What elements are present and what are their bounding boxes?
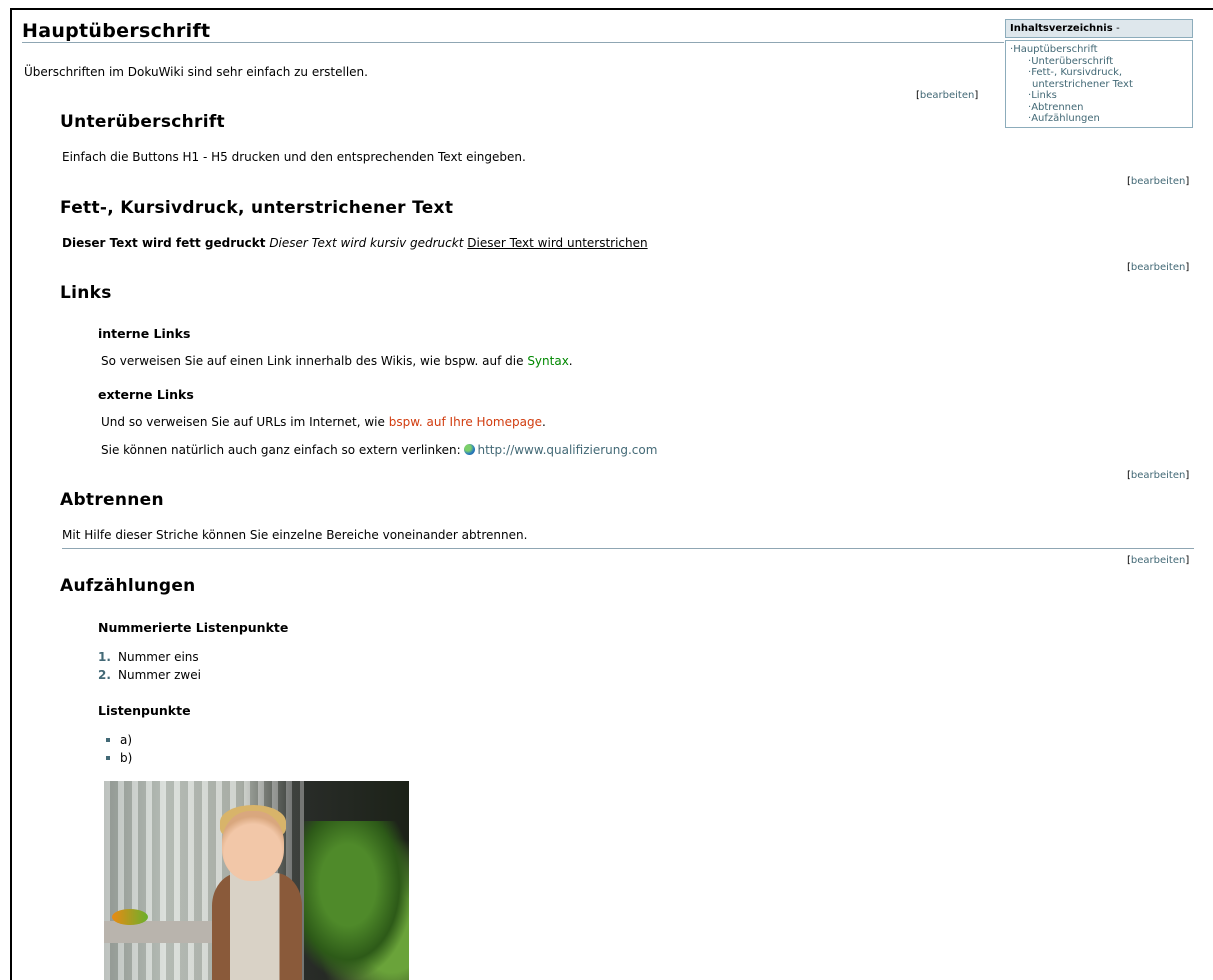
toc-item-abtrennen[interactable]: ·Abtrennen <box>1010 102 1188 114</box>
subheading-external-links: externe Links <box>98 387 194 402</box>
globe-icon <box>464 444 476 455</box>
section-heading-separator: Abtrennen <box>60 490 164 510</box>
qualifizierung-url-link[interactable]: http://www.qualifizierung.com <box>477 443 657 457</box>
internal-links-text: So verweisen Sie auf einen Link innerhal… <box>101 354 573 368</box>
syntax-link[interactable]: Syntax <box>527 354 568 368</box>
list-item: 2. Nummer zwei <box>98 668 201 682</box>
edit-button[interactable]: bearbeiten <box>1131 470 1185 481</box>
homepage-link[interactable]: bspw. auf Ihre Homepage <box>389 415 542 429</box>
toc-item-fett-kursiv-cont[interactable]: unterstrichener Text <box>1010 79 1188 91</box>
section-heading-sub: Unterüberschrift <box>60 112 225 132</box>
table-of-contents: Inhaltsverzeichnis - ·Hauptüberschrift ·… <box>1005 19 1193 128</box>
page-title: Hauptüberschrift <box>22 20 211 42</box>
edit-link-4: [bearbeiten] <box>1127 470 1190 481</box>
toc-item-links[interactable]: ·Links <box>1010 90 1188 102</box>
subheading-internal-links: interne Links <box>98 326 191 341</box>
edit-button[interactable]: bearbeiten <box>1131 555 1185 566</box>
toc-item-fett-kursiv[interactable]: ·Fett-, Kursivdruck, <box>1010 67 1188 79</box>
section-heading-format: Fett-, Kursivdruck, unterstrichener Text <box>60 198 454 218</box>
title-underline <box>22 42 1004 43</box>
section-heading-links: Links <box>60 283 112 303</box>
bullet-icon <box>106 756 110 760</box>
list-item: b) <box>98 751 132 765</box>
toc-title: Inhaltsverzeichnis <box>1010 23 1113 34</box>
list-item: 1. Nummer eins <box>98 650 199 664</box>
toc-header[interactable]: Inhaltsverzeichnis - <box>1005 19 1193 38</box>
bold-text: Dieser Text wird fett gedruckt <box>62 236 266 250</box>
italic-text: Dieser Text wird kursiv gedruckt <box>269 236 464 250</box>
external-links-text: Und so verweisen Sie auf URLs im Interne… <box>101 415 546 429</box>
separator-text: Mit Hilfe dieser Striche können Sie einz… <box>62 528 528 542</box>
subheading-numbered: Nummerierte Listenpunkte <box>98 620 289 635</box>
list-item: a) <box>98 733 132 747</box>
toc-item-aufzaehlungen[interactable]: ·Aufzählungen <box>1010 113 1188 125</box>
edit-link-5: [bearbeiten] <box>1127 555 1190 566</box>
toc-item-unterueberschrift[interactable]: ·Unterüberschrift <box>1010 56 1188 68</box>
format-text: Dieser Text wird fett gedruckt Dieser Te… <box>62 236 648 250</box>
extern-link-text: Sie können natürlich auch ganz einfach s… <box>101 443 658 457</box>
section-heading-lists: Aufzählungen <box>60 576 196 596</box>
edit-button[interactable]: bearbeiten <box>920 90 974 101</box>
intro-text: Überschriften im DokuWiki sind sehr einf… <box>24 65 368 79</box>
bullet-icon <box>106 738 110 742</box>
toc-item-hauptueberschrift[interactable]: ·Hauptüberschrift <box>1010 44 1188 56</box>
toc-toggle[interactable]: - <box>1116 23 1120 34</box>
edit-button[interactable]: bearbeiten <box>1131 176 1185 187</box>
subheading-bullets: Listenpunkte <box>98 703 191 718</box>
sub-text: Einfach die Buttons H1 - H5 drucken und … <box>62 150 526 164</box>
edit-button[interactable]: bearbeiten <box>1131 262 1185 273</box>
edit-link-3: [bearbeiten] <box>1127 262 1190 273</box>
child-photo <box>104 781 409 980</box>
edit-link-2: [bearbeiten] <box>1127 176 1190 187</box>
edit-link-1: [bearbeiten] <box>916 90 979 101</box>
underline-text: Dieser Text wird unterstrichen <box>467 236 648 250</box>
horizontal-rule <box>62 548 1194 549</box>
toc-list: ·Hauptüberschrift ·Unterüberschrift ·Fet… <box>1005 40 1193 128</box>
